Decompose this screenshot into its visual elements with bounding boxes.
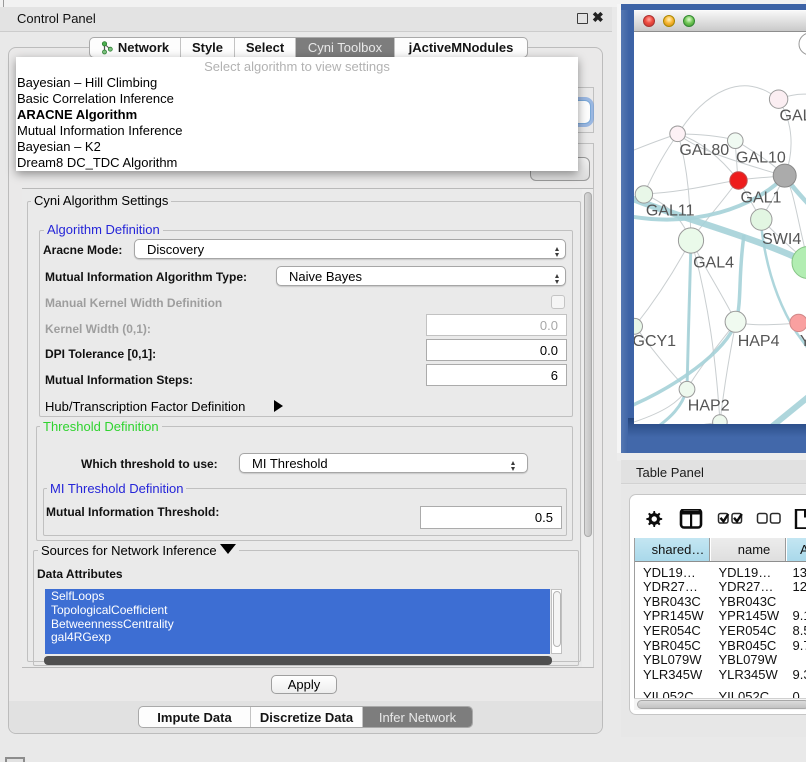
svg-text:GAL7: GAL7 (780, 108, 806, 125)
svg-text:YEL: YEL (800, 333, 806, 350)
svg-text:GAL11: GAL11 (646, 203, 695, 220)
svg-text:GAL1: GAL1 (741, 190, 782, 207)
svg-text:SWI4: SWI4 (762, 231, 801, 248)
svg-text:GAL4: GAL4 (693, 255, 734, 272)
svg-text:HAP2: HAP2 (688, 398, 730, 415)
svg-text:HAP4: HAP4 (738, 333, 780, 350)
svg-text:GAL10: GAL10 (736, 150, 786, 167)
svg-text:GCY1: GCY1 (634, 333, 676, 350)
svg-text:GAL80: GAL80 (679, 142, 729, 159)
